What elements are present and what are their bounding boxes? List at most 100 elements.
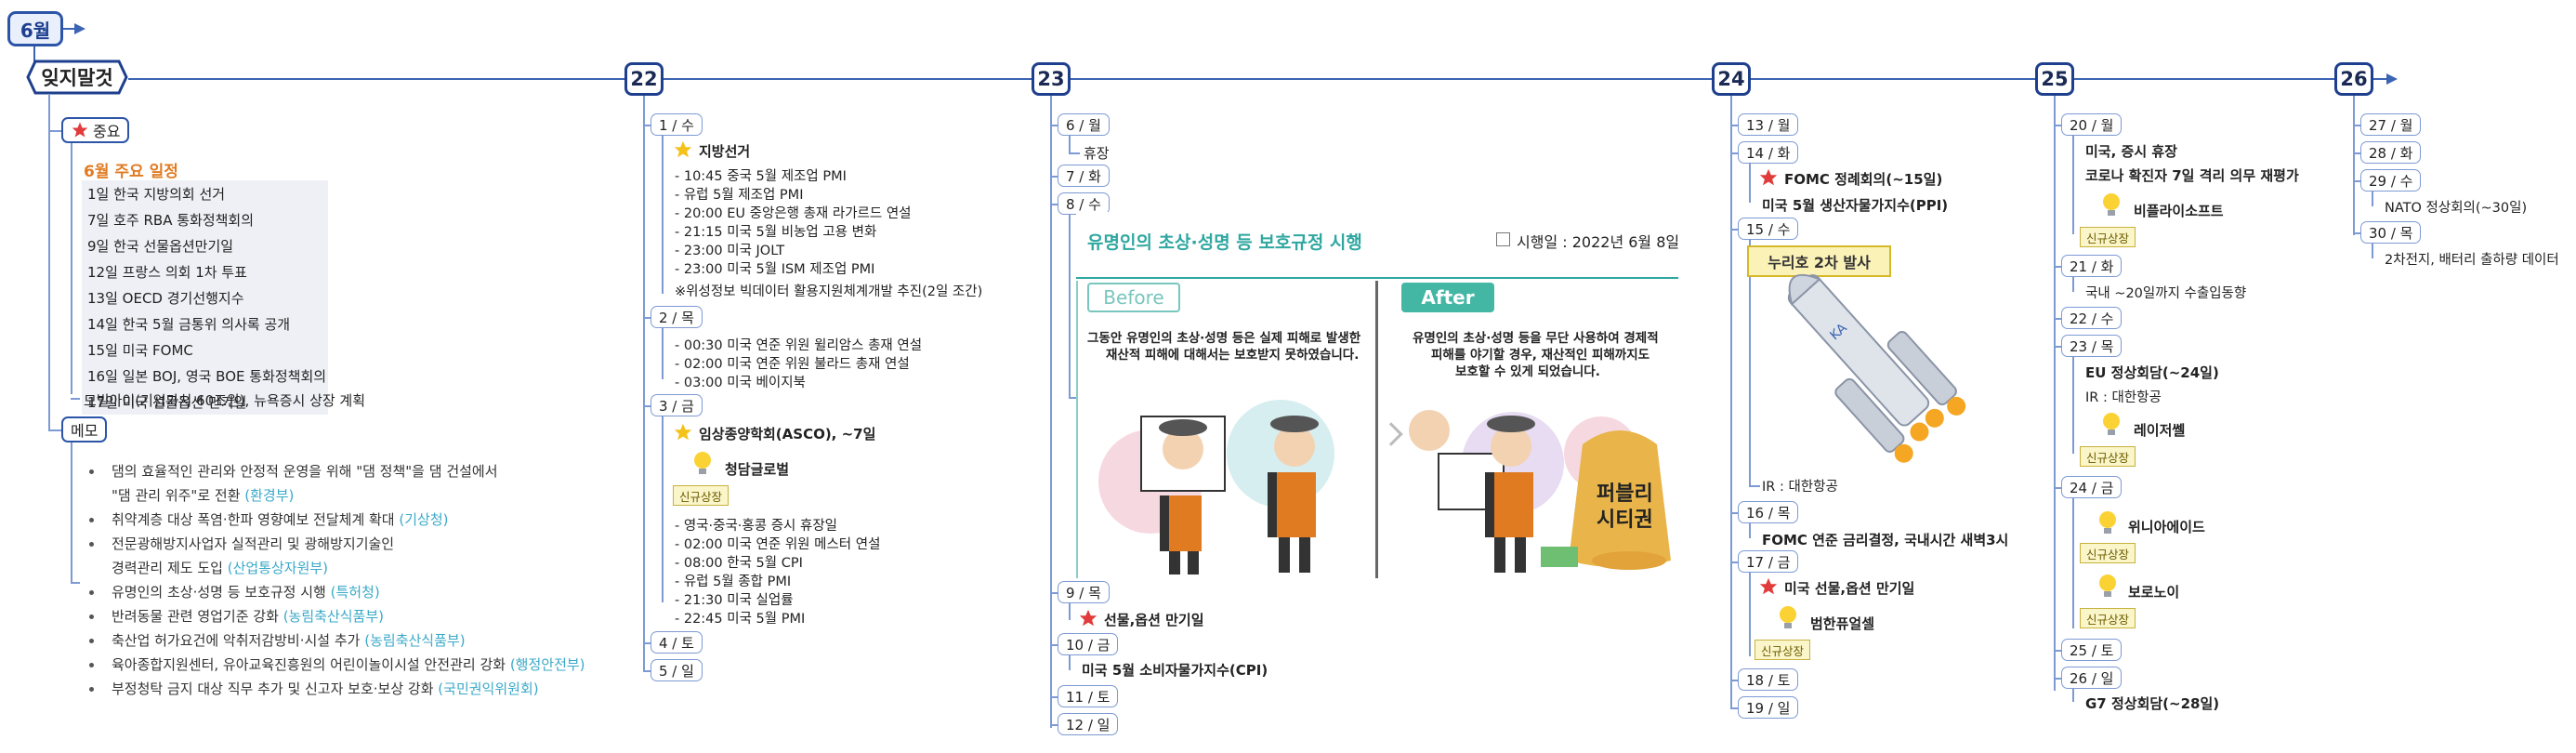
uni: 위니아에이드 <box>2128 519 2205 535</box>
sub-line <box>2372 244 2373 258</box>
bullet <box>89 469 94 474</box>
connector <box>2054 678 2061 680</box>
connector <box>1050 176 1058 178</box>
date-jun7[interactable]: 7 / 화 <box>1058 165 1110 187</box>
date-jun28[interactable]: 28 / 화 <box>2360 141 2422 164</box>
date-jun5[interactable]: 5 / 일 <box>651 659 703 681</box>
date-jun18[interactable]: 18 / 토 <box>1738 668 1799 691</box>
connector <box>2353 125 2360 126</box>
day-23[interactable]: 23 <box>1032 62 1071 96</box>
schedule-row: 16일 일본 BOJ, 영국 BOE 통화정책회의 <box>82 363 328 389</box>
info-title: 유명인의 초상·성명 등 보호규정 시행 <box>1087 232 1362 253</box>
battery-data: 2차전지, 배터리 출하량 데이터 <box>2385 253 2559 268</box>
event: - 20:00 EU 중앙은행 총재 라가르드 연설 <box>675 206 912 221</box>
before-text: 재산적 피해에 대해서는 보호받지 못하였습니다. <box>1106 348 1360 363</box>
date-jun16[interactable]: 16 / 목 <box>1738 501 1799 523</box>
event: - 유럽 5월 제조업 PMI <box>675 188 804 203</box>
publicity-line: 퍼블리 <box>1597 482 1653 506</box>
date-jun24[interactable]: 24 / 금 <box>2061 476 2123 498</box>
connector <box>1730 512 1738 514</box>
star-icon <box>674 140 692 158</box>
new-listing-badge: 신규상장 <box>2080 446 2136 467</box>
nato-summit: NATO 정상회의(~30일) <box>2385 201 2528 216</box>
lightbulb-icon <box>694 452 711 474</box>
important-tag[interactable]: 중요 <box>61 117 130 143</box>
date-jun9[interactable]: 9 / 목 <box>1058 581 1110 603</box>
col23-line <box>1050 96 1052 728</box>
eu-summit: EU 정상회담(~24일) <box>2085 364 2219 381</box>
date-jun15[interactable]: 15 / 수 <box>1738 218 1799 240</box>
date-jun19[interactable]: 19 / 일 <box>1738 696 1799 719</box>
date-jun26[interactable]: 26 / 일 <box>2061 667 2123 689</box>
day-25[interactable]: 25 <box>2035 62 2074 96</box>
date-jun2[interactable]: 2 / 목 <box>651 306 703 328</box>
date-jun22[interactable]: 22 / 수 <box>2061 307 2123 329</box>
connector <box>1730 229 1738 231</box>
sub-line <box>662 136 664 294</box>
lightbulb-icon <box>2099 511 2116 534</box>
date-jun17[interactable]: 17 / 금 <box>1738 550 1799 573</box>
date-jun30[interactable]: 30 / 목 <box>2360 221 2422 244</box>
date-jun27[interactable]: 27 / 월 <box>2360 113 2422 136</box>
connector <box>2054 346 2061 348</box>
g7-summit: G7 정상회담(~28일) <box>2085 695 2220 712</box>
after-tab: After <box>1401 283 1494 312</box>
rocket-illustration: KA <box>1787 273 1966 463</box>
event: - 21:30 미국 실업률 <box>675 593 794 608</box>
us-holiday: 미국, 증시 휴장 <box>2085 143 2177 160</box>
vira: 비플라이소프트 <box>2134 203 2224 219</box>
connector <box>2054 266 2061 268</box>
sub-line <box>2072 136 2074 234</box>
sub-line <box>1749 573 1751 656</box>
us-futures: 미국 선물,옵션 만기일 <box>1784 580 1915 597</box>
checkbox-icon <box>1496 232 1510 246</box>
connector <box>2054 318 2061 320</box>
date-jun12[interactable]: 12 / 일 <box>1058 713 1119 735</box>
new-listing-badge: 신규상장 <box>2080 608 2136 628</box>
memo-tag[interactable]: 메모 <box>61 416 108 443</box>
local-election: 지방선거 <box>699 143 751 160</box>
date-jun13[interactable]: 13 / 월 <box>1738 113 1799 136</box>
connector <box>1730 125 1738 126</box>
date-jun11[interactable]: 11 / 토 <box>1058 685 1119 707</box>
day-26[interactable]: 26 <box>2334 62 2373 96</box>
new-listing-badge: 신규상장 <box>673 485 729 506</box>
mobileye-note: 모빌아이(기업가치 60조원), 뉴욕증시 상장 계획 <box>84 392 366 409</box>
day-22[interactable]: 22 <box>624 62 664 96</box>
laser: 레이저쎌 <box>2134 422 2186 439</box>
month-label: 6월 <box>7 11 63 46</box>
event: - 영국·중국·홍콩 증시 휴장일 <box>675 519 838 534</box>
date-jun1[interactable]: 1 / 수 <box>651 113 703 136</box>
date-jun20[interactable]: 20 / 월 <box>2061 113 2123 136</box>
date-jun3[interactable]: 3 / 금 <box>651 394 703 416</box>
connector <box>1730 707 1738 709</box>
sub-line <box>1749 164 1751 203</box>
date-jun14[interactable]: 14 / 화 <box>1738 141 1799 164</box>
date-jun29[interactable]: 29 / 수 <box>2360 169 2422 192</box>
day-24[interactable]: 24 <box>1712 62 1751 96</box>
connector <box>1069 152 1080 154</box>
date-jun21[interactable]: 21 / 화 <box>2061 255 2123 277</box>
col26-line <box>2353 96 2355 235</box>
asco: 임상종양학회(ASCO), ~7일 <box>699 426 876 443</box>
after-text: 유명인의 초상·성명 등을 무단 사용하여 경제적 <box>1413 331 1659 346</box>
date-jun10[interactable]: 10 / 금 <box>1058 633 1119 655</box>
bullet <box>89 687 94 692</box>
connector <box>2054 487 2061 489</box>
date-jun4[interactable]: 4 / 토 <box>651 631 703 654</box>
lightbulb-icon <box>2103 413 2120 435</box>
export-note: 국내 ~20일까지 수출입동향 <box>2085 286 2247 301</box>
sub-line <box>662 416 664 602</box>
new-listing-badge: 신규상장 <box>1755 640 1811 660</box>
connector <box>2054 650 2061 652</box>
connector <box>1050 592 1058 594</box>
connector <box>2353 180 2360 182</box>
sub-line <box>2072 277 2074 292</box>
forget-node[interactable]: 잊지말것 <box>26 59 128 95</box>
date-jun25[interactable]: 25 / 토 <box>2061 639 2123 661</box>
date-jun6[interactable]: 6 / 월 <box>1058 113 1110 136</box>
left-branch-line <box>48 95 50 429</box>
connector <box>2054 125 2061 126</box>
info-underline <box>1076 277 1678 279</box>
date-jun23[interactable]: 23 / 목 <box>2061 335 2123 357</box>
